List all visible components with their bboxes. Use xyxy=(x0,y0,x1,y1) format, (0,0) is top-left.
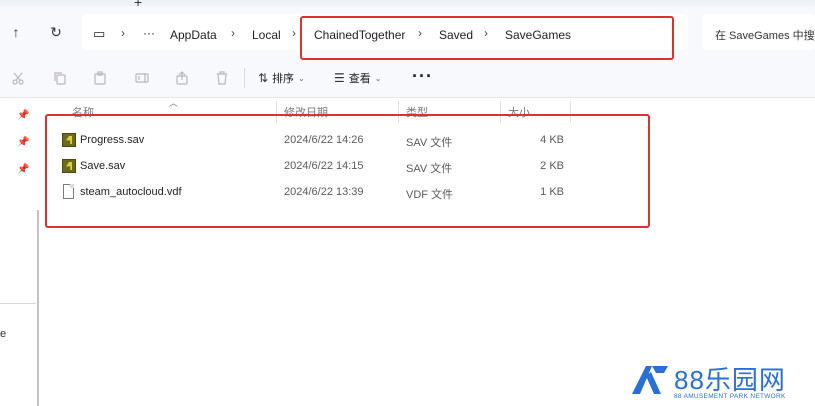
delete-icon[interactable] xyxy=(214,70,230,86)
chevron-down-icon: ⌄ xyxy=(374,73,382,83)
pin-icon[interactable]: 📌 xyxy=(17,164,29,175)
view-button[interactable]: ☰ 查看 ⌄ xyxy=(334,70,381,86)
watermark-tagline: 88 AMUSEMENT PARK NETWORK xyxy=(674,393,786,400)
rename-icon[interactable] xyxy=(134,70,150,86)
cut-icon[interactable] xyxy=(10,70,26,86)
pin-icon[interactable]: 📌 xyxy=(17,110,29,121)
chevron-down-icon: ⌄ xyxy=(298,73,305,83)
view-label: 查看 xyxy=(348,73,371,85)
toolbar-divider xyxy=(244,68,245,88)
view-list-icon: ☰ xyxy=(334,71,345,85)
breadcrumb-more[interactable]: ··· xyxy=(143,26,155,40)
sidebar-scrollbar[interactable] xyxy=(37,210,39,406)
chevron-right-icon: › xyxy=(121,26,125,40)
breadcrumb-appdata[interactable]: AppData xyxy=(170,28,217,42)
refresh-icon[interactable]: ↻ xyxy=(46,22,66,42)
more-options-button[interactable]: ··· xyxy=(412,66,433,87)
search-placeholder: 在 SaveGames 中搜 xyxy=(715,30,815,42)
sort-button[interactable]: ⇅ 排序 ⌄ xyxy=(258,70,305,86)
paste-icon[interactable] xyxy=(92,70,108,86)
chevron-right-icon: › xyxy=(292,26,296,40)
copy-icon[interactable] xyxy=(52,70,68,86)
share-icon[interactable] xyxy=(174,70,190,86)
chevron-right-icon: › xyxy=(231,26,235,40)
up-arrow-icon[interactable]: ↑ xyxy=(6,22,26,42)
command-bar xyxy=(0,58,815,98)
brand-logo-icon xyxy=(632,366,668,394)
this-pc-icon[interactable]: ▭ xyxy=(93,26,105,42)
breadcrumb-local[interactable]: Local xyxy=(252,28,281,42)
highlight-box-files xyxy=(45,114,650,228)
sidebar-item-partial[interactable]: e xyxy=(0,328,6,340)
watermark: 88乐园网 88 AMUSEMENT PARK NETWORK xyxy=(630,356,815,406)
sort-label: 排序 xyxy=(272,73,295,85)
watermark-brand: 88乐园网 xyxy=(674,365,786,395)
sort-indicator-icon: ︿ xyxy=(169,98,179,108)
highlight-box-path xyxy=(300,16,674,60)
sidebar-divider xyxy=(0,303,36,304)
sort-icon: ⇅ xyxy=(258,71,269,85)
pin-icon[interactable]: 📌 xyxy=(17,137,29,148)
search-box[interactable]: 在 SaveGames 中搜 xyxy=(703,14,815,50)
